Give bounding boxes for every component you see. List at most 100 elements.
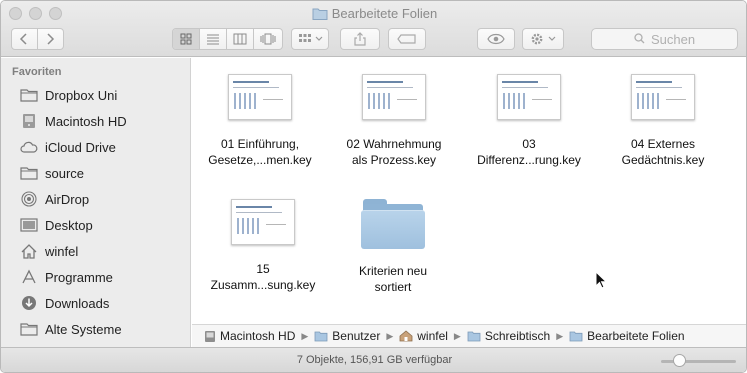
keynote-thumbnail — [631, 74, 695, 120]
share-button[interactable] — [340, 28, 380, 50]
sidebar: Favoriten Dropbox Uni Macintosh HD iClou… — [1, 58, 191, 347]
path-item-benutzer[interactable]: Benutzer — [314, 329, 380, 343]
sidebar-item-winfel[interactable]: winfel — [1, 239, 191, 263]
search-placeholder: Suchen — [650, 31, 696, 47]
file-name-line: 02 Wahrnehmung — [346, 137, 442, 151]
path-label: Macintosh HD — [220, 329, 296, 343]
icon-view-button[interactable] — [173, 29, 200, 49]
chevron-down-icon — [315, 36, 322, 41]
sidebar-item-label: Desktop — [45, 217, 93, 233]
status-bar: 7 Objekte, 156,91 GB verfügbar — [1, 347, 746, 372]
folder-item[interactable]: Kriterien neu sortiert — [327, 197, 459, 295]
eye-icon — [487, 33, 505, 45]
path-item-schreibtisch[interactable]: Schreibtisch — [467, 329, 550, 343]
sidebar-item-label: Downloads — [45, 295, 110, 311]
file-name-line: Gesetze,...men.key — [208, 153, 312, 167]
folder-icon — [312, 7, 328, 23]
toolbar: Bearbeitete Folien Suchen — [1, 1, 746, 57]
sidebar-item-label: AirDrop — [45, 191, 90, 207]
path-item-winfel[interactable]: winfel — [399, 329, 448, 343]
sidebar-item-label: Macintosh HD — [45, 113, 127, 129]
folder-icon — [314, 331, 328, 342]
path-label: winfel — [417, 329, 448, 343]
sidebar-item-dropbox-uni[interactable]: Dropbox Uni — [1, 83, 191, 107]
folder-icon — [19, 320, 39, 338]
keynote-thumbnail — [497, 74, 561, 120]
folder-icon — [19, 86, 39, 104]
file-item[interactable]: 02 Wahrnehmung als Prozess.key — [328, 74, 460, 168]
sidebar-item-label: iCloud Drive — [45, 139, 116, 155]
path-bar: Macintosh HD ▶ Benutzer ▶ winfel ▶ Schre… — [192, 324, 746, 347]
file-name-line: Kriterien neu — [358, 264, 428, 278]
file-item[interactable]: 03 Differenz...rung.key — [463, 74, 595, 168]
sidebar-item-source[interactable]: source — [1, 161, 191, 185]
coverflow-view-button[interactable] — [254, 29, 282, 49]
folder-icon — [569, 331, 583, 342]
back-button[interactable] — [12, 29, 38, 49]
file-name-line: sortiert — [374, 280, 412, 294]
file-name-line: Differenz...rung.key — [477, 153, 581, 167]
path-separator-icon: ▶ — [301, 330, 309, 341]
file-grid: 01 Einführung, Gesetze,...men.key 02 Wahr… — [192, 58, 746, 324]
path-label: Bearbeitete Folien — [587, 329, 685, 343]
chevron-down-icon — [548, 36, 556, 41]
folder-icon — [19, 164, 39, 182]
hard-drive-icon — [204, 330, 216, 343]
path-label: Benutzer — [332, 329, 381, 343]
file-name-line: Zusamm...sung.key — [210, 278, 316, 292]
quick-look-button[interactable] — [477, 28, 515, 50]
sidebar-item-macintosh-hd[interactable]: Macintosh HD — [1, 109, 191, 133]
file-item[interactable]: 01 Einführung, Gesetze,...men.key — [194, 74, 326, 168]
keynote-thumbnail — [228, 74, 292, 120]
arrange-icon — [298, 34, 311, 42]
home-icon — [19, 242, 39, 260]
share-icon — [354, 32, 366, 46]
path-separator-icon: ▶ — [386, 330, 394, 341]
folder-icon — [467, 331, 481, 342]
sidebar-item-programme[interactable]: Programme — [1, 265, 191, 289]
view-mode-group — [172, 28, 283, 50]
navigation-group — [11, 28, 64, 50]
file-item[interactable]: 15 Zusamm...sung.key — [197, 199, 329, 293]
sidebar-item-label: winfel — [45, 243, 79, 259]
sidebar-item-downloads[interactable]: Downloads — [1, 291, 191, 315]
path-item-bearbeitete-folien[interactable]: Bearbeitete Folien — [569, 329, 685, 343]
sidebar-item-alte-systeme[interactable]: Alte Systeme — [1, 317, 191, 341]
sidebar-item-label: Programme — [45, 269, 113, 285]
search-icon — [634, 32, 645, 47]
sidebar-item-icloud-drive[interactable]: iCloud Drive — [1, 135, 191, 159]
sidebar-item-label: source — [45, 165, 85, 181]
path-separator-icon: ▶ — [453, 330, 461, 341]
arrange-button[interactable] — [291, 28, 329, 50]
file-item[interactable]: 04 Externes Gedächtnis.key — [597, 74, 729, 168]
path-item-macintosh-hd[interactable]: Macintosh HD — [204, 329, 295, 343]
forward-button[interactable] — [38, 29, 63, 49]
window-title-text: Bearbeitete Folien — [331, 6, 438, 21]
sidebar-item-airdrop[interactable]: AirDrop — [1, 187, 191, 211]
download-icon — [19, 294, 39, 312]
tags-button[interactable] — [388, 28, 426, 50]
chevron-right-icon — [47, 33, 55, 45]
file-name-line: 03 — [522, 137, 536, 151]
airdrop-icon — [19, 190, 39, 208]
icon-size-slider[interactable] — [661, 360, 736, 363]
home-icon — [399, 330, 413, 342]
window-title: Bearbeitete Folien — [1, 6, 746, 23]
icon-view-icon — [180, 33, 192, 45]
hard-drive-icon — [19, 112, 39, 130]
column-view-icon — [233, 33, 247, 45]
mouse-cursor-icon — [595, 271, 607, 289]
desktop-icon — [19, 216, 39, 234]
file-name-line: 01 Einführung, — [220, 137, 300, 151]
keynote-thumbnail — [231, 199, 295, 245]
search-field[interactable]: Suchen — [591, 28, 738, 50]
sidebar-item-desktop[interactable]: Desktop — [1, 213, 191, 237]
path-separator-icon: ▶ — [556, 330, 564, 341]
cloud-icon — [19, 138, 39, 156]
chevron-left-icon — [20, 33, 27, 45]
finder-window: Bearbeitete Folien Suchen Favoriten Drop… — [0, 0, 747, 373]
list-view-button[interactable] — [200, 29, 227, 49]
action-button[interactable] — [522, 28, 564, 50]
column-view-button[interactable] — [227, 29, 254, 49]
file-name-line: als Prozess.key — [351, 153, 437, 167]
